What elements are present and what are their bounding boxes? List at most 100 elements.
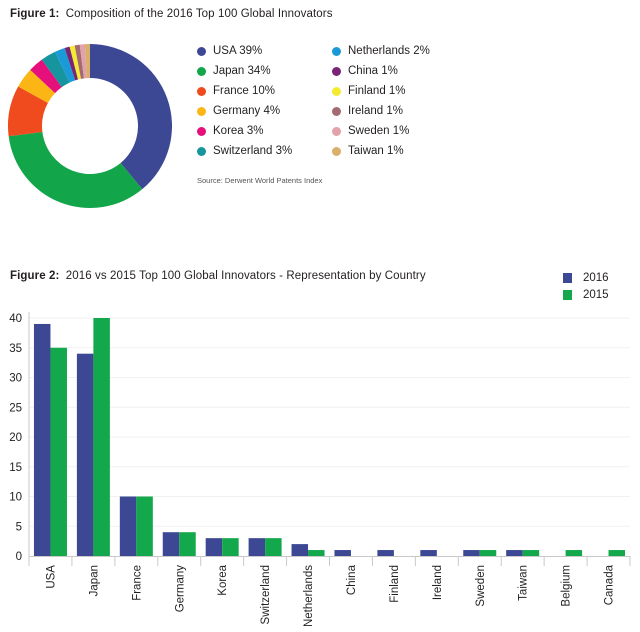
y-tick-label: 20: [9, 432, 22, 444]
bar-switzerland-2015: [265, 538, 282, 556]
y-tick-label: 0: [16, 551, 22, 563]
legend-dot-icon: [332, 106, 341, 116]
legend-item-japan: Japan 34%: [197, 64, 271, 78]
bar-sweden-2015: [479, 550, 497, 556]
legend-item-finland: Finland 1%: [332, 84, 406, 98]
legend-label: Korea 3%: [213, 125, 264, 137]
bar-finland-2016: [377, 550, 394, 556]
bar-taiwan-2016: [506, 550, 523, 556]
legend-label: Taiwan 1%: [348, 145, 404, 157]
legend-label: Switzerland 3%: [213, 145, 293, 157]
bar-germany-2016: [162, 532, 180, 556]
y-tick-label: 30: [9, 373, 22, 385]
legend-item-ireland: Ireland 1%: [332, 104, 403, 118]
pie-slice-japan: [8, 132, 143, 208]
legend-dot-icon: [197, 86, 206, 96]
source-note: Source: Derwent World Patents Index: [197, 176, 323, 185]
legend-item-germany: Germany 4%: [197, 104, 281, 118]
legend-item-usa: USA 39%: [197, 44, 263, 58]
figure-2-title: Figure 2: 2016 vs 2015 Top 100 Global In…: [10, 270, 426, 282]
x-tick-label-belgium: Belgium: [561, 565, 573, 607]
figure-1-label: Figure 1:: [10, 8, 60, 20]
pie-slice-usa: [90, 44, 172, 190]
y-tick-label: 5: [16, 521, 22, 533]
x-tick-label-sweden: Sweden: [475, 565, 487, 607]
bar-sweden-2016: [463, 550, 480, 556]
legend-dot-icon: [197, 46, 206, 56]
x-tick-label-france: France: [131, 565, 143, 601]
donut-chart: [8, 44, 172, 208]
legend-dot-icon: [197, 66, 206, 76]
legend-label: Ireland 1%: [348, 105, 403, 117]
x-tick-label-usa: USA: [45, 565, 57, 589]
figure-1-title-text: Composition of the 2016 Top 100 Global I…: [65, 8, 333, 20]
legend-dot-icon: [332, 146, 341, 156]
bar-japan-2016: [76, 353, 94, 556]
legend-label: Finland 1%: [348, 85, 406, 97]
x-tick-labels: USA Japan France Germany Korea Switzerland Net…: [45, 564, 615, 627]
legend-label: China 1%: [348, 65, 398, 77]
bar-germany-2015: [179, 532, 196, 556]
figure-1-title: Figure 1: Composition of the 2016 Top 10…: [10, 8, 333, 20]
legend-square-icon: [563, 290, 572, 300]
figure-2-label: Figure 2:: [10, 270, 60, 282]
legend-label: France 10%: [213, 85, 276, 97]
legend-item-sweden: Sweden 1%: [332, 124, 410, 138]
legend-label: 2016: [583, 272, 609, 284]
y-tick-label: 10: [9, 492, 22, 504]
legend-dot-icon: [332, 46, 341, 56]
y-tick-labels: 0 5 10 15 20 25 30 35 40: [9, 313, 22, 563]
bar-netherlands-2015: [308, 550, 325, 556]
gridlines: [29, 317, 630, 527]
legend-dot-icon: [197, 106, 206, 116]
legend-item-netherlands: Netherlands 2%: [332, 44, 430, 58]
bar-japan-2015: [93, 318, 110, 556]
x-tick-label-canada: Canada: [604, 564, 616, 605]
bar-usa-2016: [33, 323, 51, 556]
x-tick-label-switzerland: Switzerland: [260, 565, 272, 624]
legend-square-icon: [563, 273, 572, 283]
bar-ireland-2016: [420, 550, 437, 556]
x-tick-label-germany: Germany: [174, 565, 186, 613]
figure-2-title-text: 2016 vs 2015 Top 100 Global Innovators -…: [65, 270, 426, 282]
legend-item-korea: Korea 3%: [197, 124, 264, 138]
legend-dot-icon: [332, 86, 341, 96]
x-tick-label-taiwan: Taiwan: [518, 565, 530, 601]
y-tick-label: 40: [9, 313, 22, 325]
bar-korea-2016: [205, 538, 223, 556]
legend-label: Sweden 1%: [348, 125, 410, 137]
bar-china-2016: [334, 550, 351, 556]
legend-item-france: France 10%: [197, 84, 276, 98]
x-tick-label-finland: Finland: [389, 565, 401, 603]
legend-label: Germany 4%: [213, 105, 281, 117]
legend-label: Netherlands 2%: [348, 45, 430, 57]
x-tick-label-china: China: [346, 564, 358, 595]
legend-item-switzerland: Switzerland 3%: [197, 144, 293, 158]
legend-label: USA 39%: [213, 45, 263, 57]
bar-chart: 0 5 10 15 20 25 30 35 40 USA Japan France Germany Ko…: [9, 312, 631, 627]
x-tick-label-korea: Korea: [217, 564, 229, 595]
bar-taiwan-2015: [522, 550, 540, 556]
bar-belgium-2015: [565, 550, 583, 556]
legend-item-china: China 1%: [332, 64, 398, 78]
bar-netherlands-2016: [291, 544, 309, 556]
legend-dot-icon: [197, 126, 206, 136]
legend-item-taiwan: Taiwan 1%: [332, 144, 404, 158]
y-tick-label: 25: [9, 402, 22, 414]
y-tick-label: 35: [9, 343, 22, 355]
axes: [28, 312, 631, 566]
bar-korea-2015: [222, 538, 239, 556]
bar-switzerland-2016: [248, 538, 266, 556]
bar-france-2016: [119, 496, 137, 556]
legend-dot-icon: [332, 66, 341, 76]
bar-usa-2015: [50, 347, 67, 556]
legend-item-2016: 2016: [563, 271, 609, 285]
bar-canada-2015: [608, 550, 626, 556]
x-tick-label-japan: Japan: [88, 565, 100, 596]
y-tick-label: 15: [9, 462, 22, 474]
x-tick-label-ireland: Ireland: [432, 565, 444, 600]
legend-dot-icon: [332, 126, 341, 136]
bar-france-2015: [136, 496, 153, 556]
x-tick-label-netherlands: Netherlands: [303, 565, 315, 627]
legend-label: Japan 34%: [213, 65, 271, 77]
